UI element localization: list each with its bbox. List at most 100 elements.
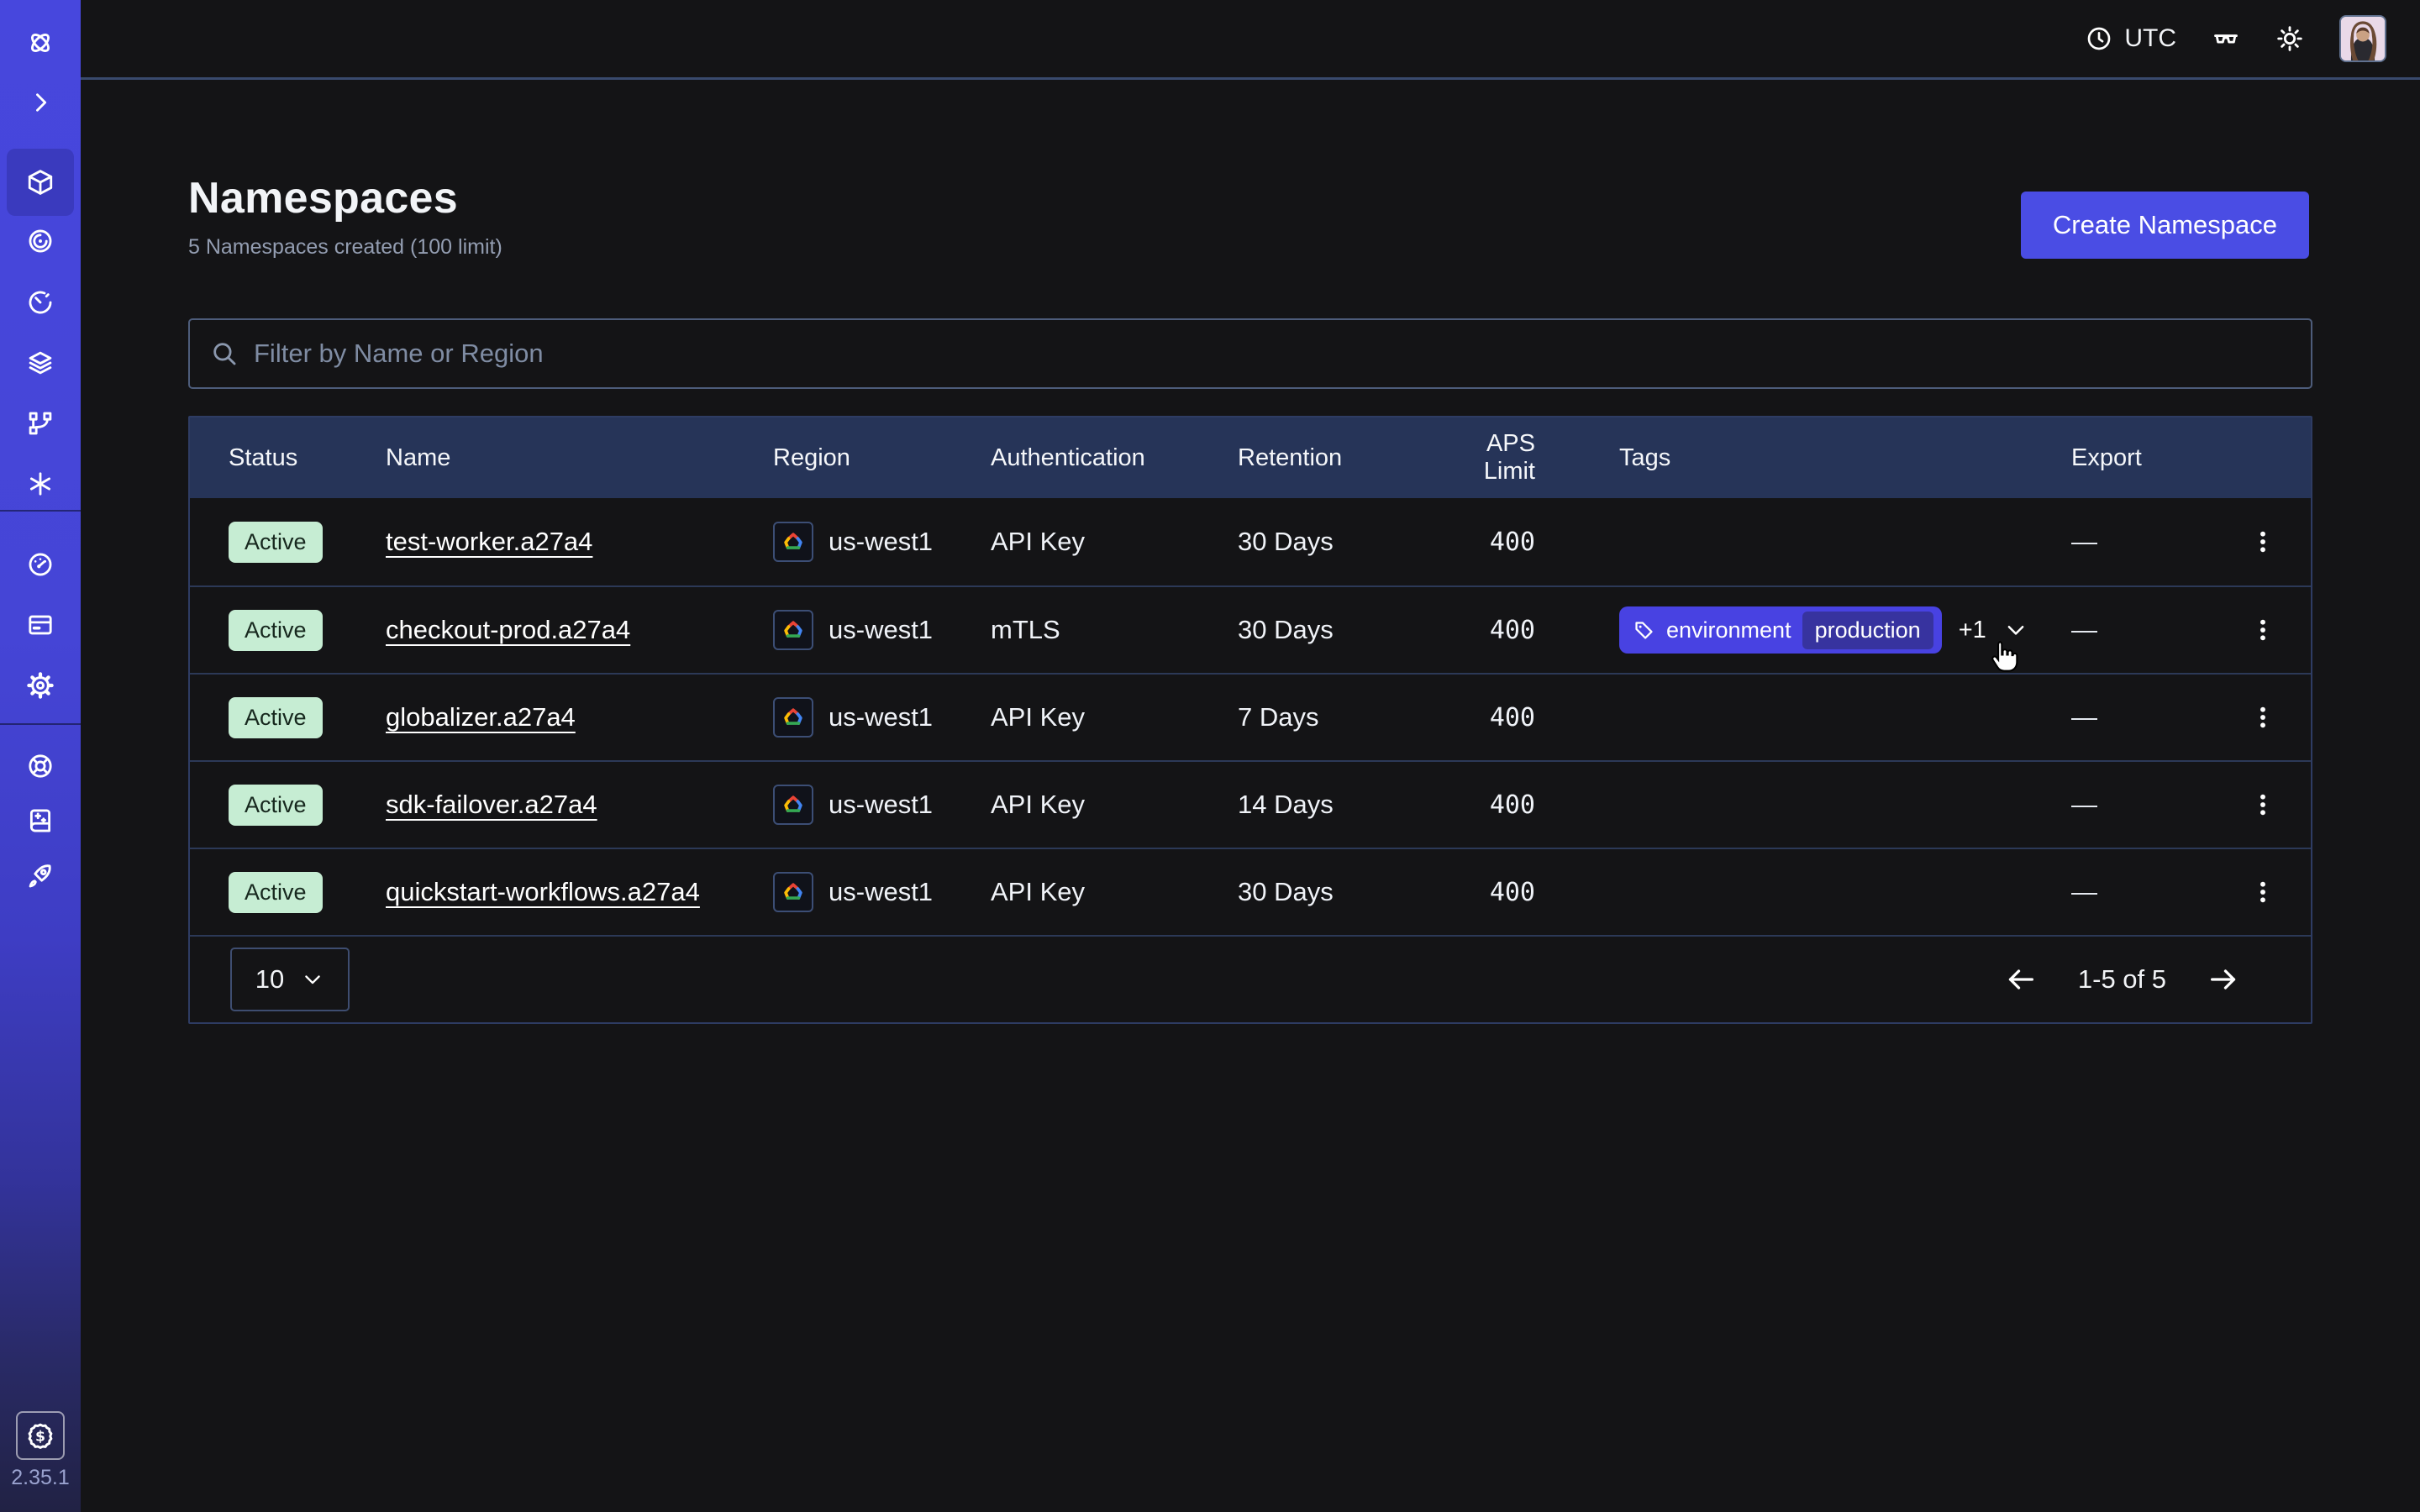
user-avatar[interactable] — [2339, 15, 2386, 62]
sidebar-divider — [0, 510, 81, 512]
status-badge: Active — [229, 697, 323, 738]
usage-dollar-button[interactable]: $ — [16, 1411, 65, 1460]
export-value: — — [2071, 702, 2239, 732]
reader-mode-button[interactable] — [2212, 24, 2240, 53]
retention-label: 30 Days — [1238, 527, 1433, 557]
col-region: Region — [773, 444, 991, 472]
tag-chip[interactable]: environment production — [1619, 606, 1942, 654]
pager-range: 1-5 of 5 — [2078, 964, 2166, 995]
next-page-button[interactable] — [2207, 963, 2240, 996]
sidebar-item-settings[interactable] — [0, 659, 81, 712]
table-header: Status Name Region Authentication Retent… — [190, 417, 2311, 498]
col-export: Export — [2071, 444, 2239, 472]
sidebar-item-deployments[interactable] — [0, 336, 81, 390]
sidebar-expand-button[interactable] — [0, 76, 81, 129]
kebab-icon — [2249, 528, 2276, 555]
region-label: us-west1 — [829, 615, 933, 645]
export-value: — — [2071, 790, 2239, 820]
app-root: $ 2.35.1 UTC — [0, 0, 2420, 1512]
page-subtitle: 5 Namespaces created (100 limit) — [188, 235, 2312, 260]
auth-label: API Key — [991, 702, 1238, 732]
svg-text:$: $ — [35, 1428, 45, 1445]
branch-icon — [26, 409, 55, 438]
export-value: — — [2071, 615, 2239, 645]
namespace-link[interactable]: checkout-prod.a27a4 — [386, 615, 630, 644]
create-namespace-button[interactable]: Create Namespace — [2021, 192, 2309, 259]
kebab-icon — [2249, 617, 2276, 643]
status-badge: Active — [229, 872, 323, 913]
timezone-label: UTC — [2124, 24, 2176, 53]
row-menu-button[interactable] — [2239, 791, 2286, 818]
workflows-eye-icon — [26, 227, 55, 255]
gcp-cloud-icon — [773, 522, 813, 562]
row-menu-button[interactable] — [2239, 617, 2286, 643]
arrow-left-icon — [2004, 963, 2038, 996]
region-label: us-west1 — [829, 702, 933, 732]
table-row: Active quickstart-workflows.a27a4 us-wes… — [190, 848, 2311, 935]
pager: 1-5 of 5 — [2004, 963, 2240, 996]
row-menu-button[interactable] — [2239, 879, 2286, 906]
region-label: us-west1 — [829, 790, 933, 820]
namespaces-table: Status Name Region Authentication Retent… — [188, 416, 2312, 1024]
gear-icon — [26, 671, 55, 700]
namespace-link[interactable]: test-worker.a27a4 — [386, 527, 592, 556]
namespace-link[interactable]: sdk-failover.a27a4 — [386, 790, 597, 819]
lifebuoy-icon — [26, 752, 55, 780]
auth-label: API Key — [991, 527, 1238, 557]
timer-icon — [26, 288, 55, 317]
sidebar-item-workflows[interactable] — [0, 214, 81, 268]
col-authentication: Authentication — [991, 444, 1238, 472]
sidebar: $ 2.35.1 — [0, 0, 81, 1512]
badge-dollar-icon: $ — [25, 1420, 55, 1451]
sidebar-item-getting-started[interactable] — [0, 848, 81, 902]
kebab-icon — [2249, 791, 2276, 818]
namespace-link[interactable]: quickstart-workflows.a27a4 — [386, 877, 700, 906]
auth-label: mTLS — [991, 615, 1238, 645]
clock-icon — [2086, 25, 2112, 52]
col-tags: Tags — [1619, 444, 2071, 472]
timezone-selector[interactable]: UTC — [2086, 24, 2176, 53]
status-badge: Active — [229, 610, 323, 651]
table-footer: 10 1-5 of 5 — [190, 935, 2311, 1022]
aps-limit-value: 400 — [1433, 703, 1619, 732]
kebab-icon — [2249, 879, 2276, 906]
filter-input[interactable] — [254, 339, 2291, 369]
auth-label: API Key — [991, 877, 1238, 907]
sidebar-item-schedules[interactable] — [0, 276, 81, 329]
region-label: us-west1 — [829, 527, 933, 557]
sidebar-item-batch-operations[interactable] — [0, 396, 81, 450]
kebab-icon — [2249, 704, 2276, 731]
row-menu-button[interactable] — [2239, 704, 2286, 731]
page-size-select[interactable]: 10 — [230, 948, 350, 1011]
sidebar-item-namespaces[interactable] — [0, 155, 81, 209]
tag-more-count: +1 — [1959, 617, 1986, 644]
aps-limit-value: 400 — [1433, 616, 1619, 645]
theme-toggle-button[interactable] — [2275, 24, 2304, 53]
prev-page-button[interactable] — [2004, 963, 2038, 996]
namespace-link[interactable]: globalizer.a27a4 — [386, 702, 576, 732]
gcp-cloud-icon — [773, 872, 813, 912]
row-menu-button[interactable] — [2239, 528, 2286, 555]
mouse-cursor — [1985, 637, 2023, 675]
col-status: Status — [229, 444, 386, 472]
chevron-down-icon — [301, 968, 324, 991]
sidebar-item-docs[interactable] — [0, 794, 81, 848]
app-version: 2.35.1 — [0, 1466, 81, 1490]
col-aps-limit: APS Limit — [1433, 430, 1619, 486]
rocket-icon — [26, 861, 55, 890]
sidebar-item-nexus[interactable] — [0, 457, 81, 511]
book-sparkles-icon — [26, 806, 55, 835]
filter-bar[interactable] — [188, 318, 2312, 389]
status-badge: Active — [229, 785, 323, 826]
tag-icon — [1633, 619, 1655, 642]
search-icon — [210, 339, 239, 368]
sidebar-item-usage[interactable] — [0, 538, 81, 591]
sidebar-item-billing[interactable] — [0, 598, 81, 652]
sun-icon — [2275, 24, 2304, 53]
glasses-icon — [2212, 24, 2240, 53]
sidebar-item-support[interactable] — [0, 739, 81, 793]
page-size-value: 10 — [255, 964, 284, 995]
retention-label: 30 Days — [1238, 615, 1433, 645]
export-value: — — [2071, 527, 2239, 557]
gauge-icon — [26, 550, 55, 579]
